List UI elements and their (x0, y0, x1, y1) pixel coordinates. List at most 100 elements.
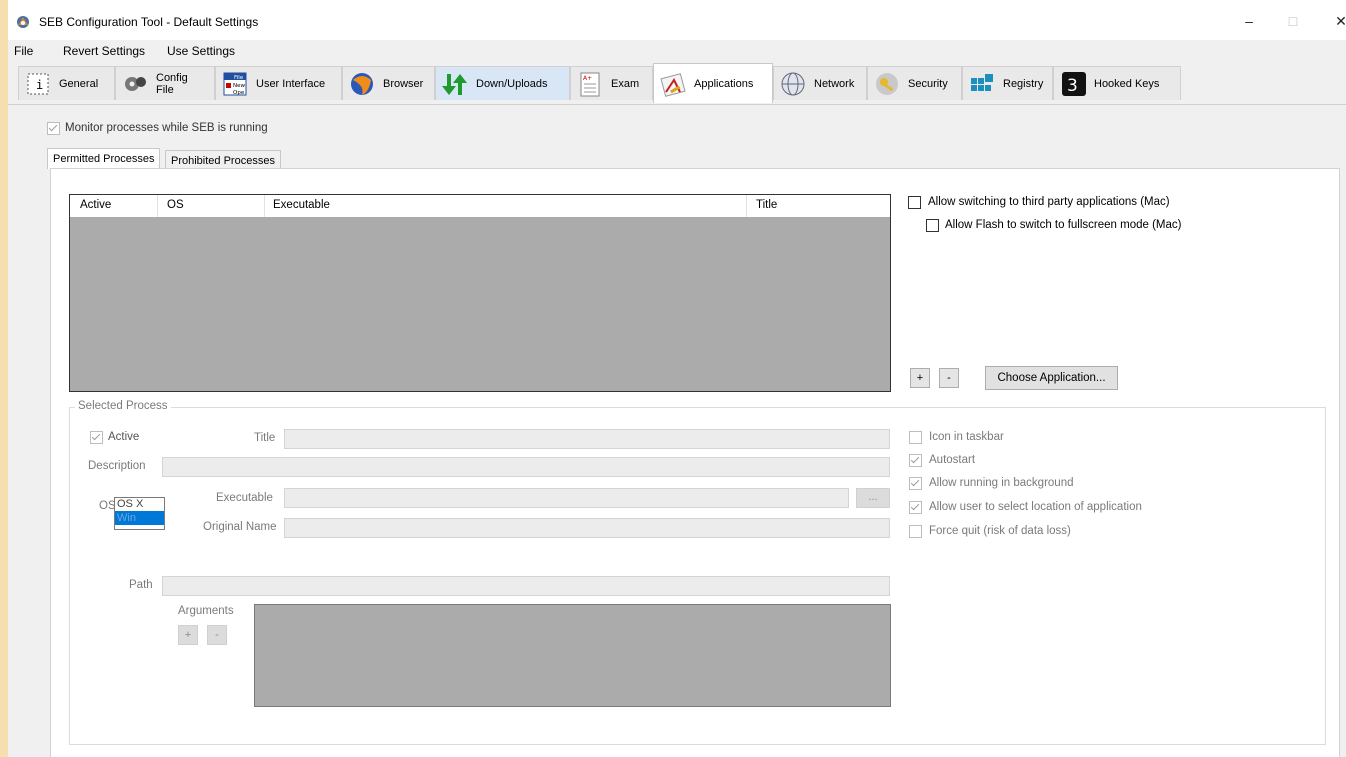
close-button[interactable]: ✕ (1326, 8, 1346, 34)
tab-label: Applications (694, 77, 754, 90)
tab-label: Registry (1003, 77, 1044, 90)
network-icon (778, 70, 808, 98)
process-description-label: Description (88, 460, 146, 472)
column-header-title[interactable]: Title (756, 199, 777, 217)
icon-in-taskbar-label: Icon in taskbar (929, 431, 1004, 443)
process-active-label: Active (108, 431, 140, 443)
tab-down-uploads[interactable]: Down/Uploads (435, 66, 570, 100)
svg-text:i: i (36, 78, 43, 92)
maximize-button[interactable]: □ (1278, 8, 1308, 34)
tab-security[interactable]: Security (867, 66, 962, 100)
main-tab-strip: i General Config File File New Ope User … (8, 62, 1346, 104)
ui-icon-text-open: Ope (233, 90, 245, 96)
seb-app-icon (17, 16, 29, 28)
minimize-button[interactable]: – (1234, 8, 1264, 34)
tab-config-file[interactable]: Config File (115, 66, 215, 100)
registry-icon (967, 70, 997, 98)
icon-in-taskbar-checkbox[interactable] (909, 431, 922, 444)
tab-label: Browser (383, 77, 424, 90)
monitor-processes-label: Monitor processes while SEB is running (65, 122, 268, 134)
exam-icon: A+ (575, 70, 605, 98)
process-original-name-label: Original Name (203, 521, 277, 533)
menu-use-settings[interactable]: Use Settings (167, 44, 235, 58)
autostart-checkbox[interactable] (909, 454, 922, 467)
selected-process-group-title: Selected Process (75, 400, 171, 412)
tab-user-interface[interactable]: File New Ope User Interface (215, 66, 342, 100)
column-separator (157, 195, 158, 217)
autostart-label: Autostart (929, 454, 976, 466)
tab-applications[interactable]: Applications (653, 63, 773, 103)
applications-panel: Monitor processes while SEB is running P… (8, 104, 1346, 757)
tab-registry[interactable]: Registry (962, 66, 1053, 100)
tab-label: General (59, 77, 99, 90)
allow-flash-checkbox[interactable] (926, 219, 939, 232)
add-process-button[interactable]: + (910, 368, 930, 388)
allow-running-background-label: Allow running in background (929, 477, 1074, 489)
add-argument-button[interactable]: + (178, 625, 198, 645)
allow-select-location-checkbox[interactable] (909, 501, 922, 514)
general-icon: i (23, 70, 53, 98)
arguments-table[interactable] (254, 604, 891, 707)
tab-label: Exam (611, 77, 640, 90)
remove-argument-button[interactable]: - (207, 625, 227, 645)
config-file-icon (120, 70, 150, 98)
tab-general[interactable]: i General (18, 66, 115, 100)
remove-process-button[interactable]: - (939, 368, 959, 388)
allow-switching-checkbox[interactable] (908, 196, 921, 209)
security-icon (872, 70, 902, 98)
menu-file[interactable]: File (14, 44, 33, 58)
user-interface-icon: File New Ope (220, 70, 250, 98)
column-header-active[interactable]: Active (80, 199, 111, 217)
svg-text:3: 3 (1067, 76, 1078, 96)
process-os-listbox[interactable]: OS X Win (114, 497, 165, 530)
column-header-os[interactable]: OS (167, 199, 184, 217)
process-active-checkbox[interactable] (90, 431, 103, 444)
allow-switching-label: Allow switching to third party applicati… (928, 196, 1170, 208)
tab-label: Down/Uploads (476, 77, 548, 90)
process-table-header: Active OS Executable Title (70, 195, 890, 217)
applications-icon (658, 70, 688, 98)
down-uploads-icon (440, 70, 470, 98)
process-executable-field[interactable] (284, 488, 849, 508)
browser-icon (347, 70, 377, 98)
process-title-label: Title (254, 432, 276, 444)
browse-executable-button[interactable]: ... (856, 488, 890, 508)
title-bar: SEB Configuration Tool - Default Setting… (8, 0, 1346, 38)
ui-icon-text-new: New (233, 83, 245, 89)
column-header-executable[interactable]: Executable (273, 199, 330, 217)
choose-application-button[interactable]: Choose Application... (985, 366, 1118, 390)
tab-network[interactable]: Network (773, 66, 867, 100)
menu-revert-settings[interactable]: Revert Settings (63, 44, 145, 58)
column-separator (264, 195, 265, 217)
window-title: SEB Configuration Tool - Default Setting… (39, 15, 259, 29)
tab-label: Security (908, 77, 948, 90)
process-description-field[interactable] (162, 457, 890, 477)
column-separator (746, 195, 747, 217)
subtab-permitted-processes[interactable]: Permitted Processes (47, 148, 161, 169)
tab-label: Hooked Keys (1094, 77, 1160, 90)
process-table[interactable]: Active OS Executable Title (69, 194, 891, 392)
tab-label: User Interface (256, 77, 326, 90)
force-quit-checkbox[interactable] (909, 525, 922, 538)
process-path-label: Path (129, 579, 153, 591)
tab-hooked-keys[interactable]: 3 Hooked Keys (1053, 66, 1181, 100)
monitor-processes-checkbox[interactable] (47, 122, 60, 135)
allow-flash-label: Allow Flash to switch to fullscreen mode… (945, 219, 1182, 231)
process-original-name-field[interactable] (284, 518, 890, 538)
tab-exam[interactable]: A+ Exam (570, 66, 653, 100)
menu-bar: File Revert Settings Use Settings (8, 40, 1346, 62)
tab-label: Network (814, 77, 855, 90)
tab-browser[interactable]: Browser (342, 66, 435, 100)
allow-running-background-checkbox[interactable] (909, 477, 922, 490)
process-path-field[interactable] (162, 576, 890, 596)
force-quit-label: Force quit (risk of data loss) (929, 525, 1071, 537)
ui-icon-text-file: File (234, 75, 244, 81)
os-option-osx[interactable]: OS X (115, 498, 164, 511)
hooked-keys-icon: 3 (1058, 70, 1088, 98)
process-title-field[interactable] (284, 429, 890, 449)
process-arguments-label: Arguments (178, 605, 234, 617)
subtab-prohibited-processes[interactable]: Prohibited Processes (165, 150, 281, 170)
seb-config-window: SEB Configuration Tool - Default Setting… (8, 0, 1346, 757)
os-option-win[interactable]: Win (115, 511, 164, 525)
tab-label: Config File (156, 71, 188, 96)
